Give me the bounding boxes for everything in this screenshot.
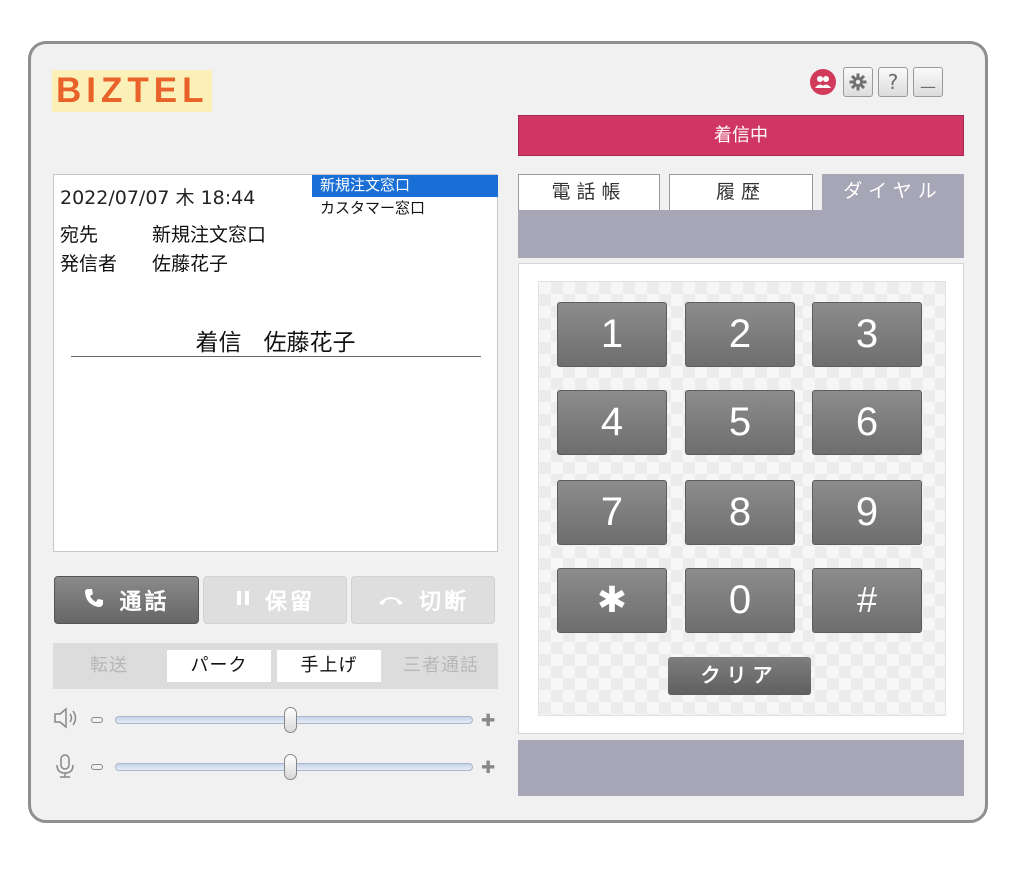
- biztel-logo: BIZTEL: [52, 70, 213, 112]
- dial-key-3[interactable]: 3: [812, 302, 922, 367]
- incoming-call-heading: 着信 佐藤花子: [54, 323, 497, 357]
- hangup-label: 切断: [418, 590, 469, 615]
- caller-value: 佐藤花子: [152, 253, 229, 275]
- speaker-volume-row: ✚: [53, 704, 503, 734]
- tab-content-band: [518, 210, 964, 258]
- destination-value: 新規注文窓口: [152, 224, 267, 246]
- footer-band: [518, 740, 964, 796]
- settings-button[interactable]: [843, 67, 873, 97]
- mic-volume-row: ✚: [53, 751, 503, 781]
- pause-icon: [235, 588, 251, 612]
- queue-option-selected[interactable]: 新規注文窓口: [312, 175, 498, 197]
- dial-key-8[interactable]: 8: [685, 480, 795, 545]
- hold-label: 保留: [264, 590, 315, 615]
- phone-icon: [83, 587, 105, 614]
- mic-volume-decrease[interactable]: [91, 764, 103, 770]
- call-datetime: 2022/07/07 木 18:44: [60, 187, 256, 209]
- answer-button[interactable]: 通話: [54, 576, 199, 624]
- answer-label: 通話: [119, 590, 170, 615]
- hangup-icon: [377, 588, 405, 612]
- clear-button[interactable]: クリア: [668, 657, 811, 695]
- dial-key-1[interactable]: 1: [557, 302, 667, 367]
- queue-option[interactable]: カスタマー窓口: [320, 197, 425, 218]
- minimize-button[interactable]: —: [913, 67, 943, 97]
- divider: [71, 356, 481, 357]
- dial-key-9[interactable]: 9: [812, 480, 922, 545]
- speaker-volume-decrease[interactable]: [91, 717, 103, 723]
- dial-key-5[interactable]: 5: [685, 390, 795, 455]
- tab-phonebook[interactable]: 電話帳: [518, 174, 660, 210]
- park-button[interactable]: パーク: [167, 650, 271, 682]
- call-actions-bar: 転送 パーク 手上げ 三者通話: [53, 643, 498, 689]
- mic-volume-increase[interactable]: ✚: [481, 758, 495, 778]
- caller-row: 発信者 佐藤花子: [60, 249, 228, 276]
- minimize-icon: —: [920, 76, 936, 96]
- raise-hand-button[interactable]: 手上げ: [277, 650, 381, 682]
- dial-key-0[interactable]: 0: [685, 568, 795, 633]
- speaker-volume-increase[interactable]: ✚: [481, 711, 495, 731]
- gear-icon: [849, 73, 867, 91]
- transfer-button[interactable]: 転送: [61, 650, 157, 682]
- hangup-button[interactable]: 切断: [351, 576, 495, 624]
- hold-button[interactable]: 保留: [203, 576, 347, 624]
- dial-key-7[interactable]: 7: [557, 480, 667, 545]
- dial-key-6[interactable]: 6: [812, 390, 922, 455]
- caller-label: 発信者: [60, 253, 118, 275]
- tab-history[interactable]: 履歴: [669, 174, 813, 210]
- call-status-bar: 着信中: [518, 115, 964, 156]
- three-way-call-button[interactable]: 三者通話: [389, 650, 493, 682]
- user-group-icon[interactable]: [810, 69, 836, 95]
- header-toolbar: ? —: [810, 67, 943, 97]
- tab-dial[interactable]: ダイヤル: [822, 174, 964, 210]
- destination-row: 宛先 新規注文窓口: [60, 220, 266, 247]
- dial-key-star[interactable]: ✱: [557, 568, 667, 633]
- user-group-glyph: [815, 76, 831, 88]
- call-info-panel: 2022/07/07 木 18:44 新規注文窓口 カスタマー窓口 宛先 新規注文…: [53, 174, 498, 552]
- speaker-volume-thumb[interactable]: [283, 707, 297, 733]
- help-button[interactable]: ?: [878, 67, 908, 97]
- dial-key-hash[interactable]: #: [812, 568, 922, 633]
- microphone-icon: [53, 753, 77, 784]
- destination-label: 宛先: [60, 224, 99, 246]
- incoming-label: 着信: [195, 330, 242, 356]
- incoming-caller-name: 佐藤花子: [263, 330, 356, 356]
- dial-key-4[interactable]: 4: [557, 390, 667, 455]
- speaker-icon: [53, 706, 81, 735]
- dial-key-2[interactable]: 2: [685, 302, 795, 367]
- mic-volume-thumb[interactable]: [283, 754, 297, 780]
